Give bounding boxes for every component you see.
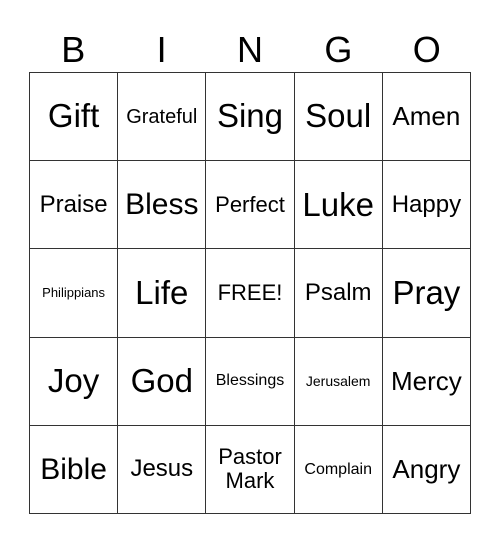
header-letter-i: I [156,29,167,70]
bingo-cell[interactable]: Bless [118,161,207,250]
bingo-cell[interactable]: Blessings [206,337,295,426]
header-letter-b: B [61,29,86,70]
bingo-cell[interactable]: Psalm [294,249,383,338]
bingo-cell[interactable]: Sing [206,73,295,162]
bingo-cell[interactable]: Angry [382,425,471,514]
free-space-cell[interactable]: FREE! [206,249,295,338]
bingo-cell[interactable]: Luke [294,161,383,250]
bingo-cell[interactable]: Praise [30,161,119,250]
bingo-cell[interactable]: Complain [294,425,383,514]
bingo-header: B I N G O [29,28,471,72]
bingo-cell[interactable]: Amen [382,73,471,162]
bingo-cell[interactable]: Jesus [118,425,207,514]
header-letter-o: O [412,29,441,70]
bingo-cell[interactable]: Grateful [118,73,207,162]
bingo-cell[interactable]: Soul [294,73,383,162]
header-letter-g: G [324,29,353,70]
bingo-cell[interactable]: Joy [30,337,119,426]
bingo-cell[interactable]: Jerusalem [294,337,383,426]
bingo-grid: Gift Grateful Sing Soul Amen Praise Bles… [29,72,471,514]
bingo-cell[interactable]: Bible [30,425,119,514]
bingo-cell[interactable]: Mercy [382,337,471,426]
header-letter-n: N [236,29,263,70]
bingo-cell[interactable]: Life [118,249,207,338]
bingo-cell[interactable]: Pray [382,249,471,338]
bingo-cell[interactable]: Perfect [206,161,295,250]
bingo-cell[interactable]: Gift [30,73,119,162]
bingo-cell[interactable]: God [118,337,207,426]
bingo-cell[interactable]: Philippians [30,249,119,338]
bingo-cell[interactable]: Happy [382,161,471,250]
bingo-cell[interactable]: Pastor Mark [206,425,295,514]
